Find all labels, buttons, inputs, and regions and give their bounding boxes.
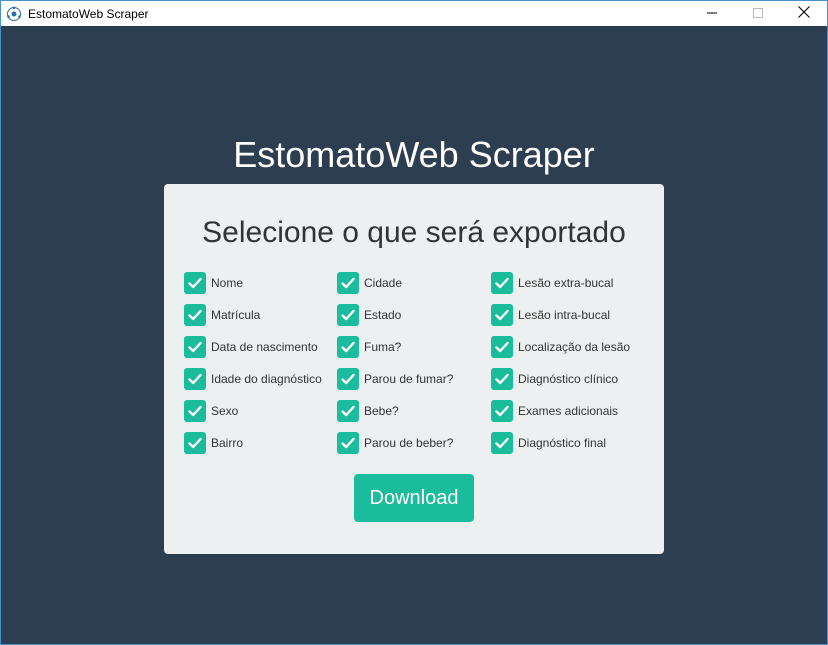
checkmark-icon[interactable] [337, 272, 359, 294]
option-label: Parou de beber? [364, 436, 454, 450]
option-label: Nome [211, 276, 244, 290]
checkmark-icon[interactable] [184, 368, 206, 390]
option-label: Lesão intra-bucal [518, 308, 611, 322]
app-content: EstomatoWeb Scraper Selecione o que será… [1, 27, 827, 644]
option-fuma[interactable]: Fuma? [337, 336, 401, 358]
option-nome[interactable]: Nome [184, 272, 243, 294]
option-matricula[interactable]: Matrícula [184, 304, 260, 326]
option-cidade[interactable]: Cidade [337, 272, 402, 294]
checkmark-icon[interactable] [337, 336, 359, 358]
option-label: Bebe? [364, 404, 399, 418]
checkmark-icon[interactable] [491, 336, 513, 358]
option-label: Lesão extra-bucal [518, 276, 614, 290]
option-diagnostico-clinico[interactable]: Diagnóstico clínico [491, 368, 618, 390]
checkmark-icon[interactable] [491, 368, 513, 390]
checkmark-icon[interactable] [184, 400, 206, 422]
option-exames-adicionais[interactable]: Exames adicionais [491, 400, 618, 422]
option-label: Localização da lesão [518, 340, 631, 354]
checkmark-icon[interactable] [491, 304, 513, 326]
checkmark-icon[interactable] [337, 304, 359, 326]
option-label: Estado [364, 308, 402, 322]
minimize-icon [707, 5, 717, 23]
app-window: EstomatoWeb Scraper EstomatoWeb Scraper [0, 0, 828, 645]
app-icon [6, 6, 22, 22]
option-label: Diagnóstico clínico [518, 372, 619, 386]
option-bebe[interactable]: Bebe? [337, 400, 399, 422]
checkmark-icon[interactable] [184, 336, 206, 358]
option-data-nascimento[interactable]: Data de nascimento [184, 336, 318, 358]
window-controls [689, 1, 827, 26]
checkmark-icon[interactable] [491, 272, 513, 294]
maximize-button[interactable] [735, 1, 781, 26]
checkmark-icon[interactable] [184, 272, 206, 294]
option-label: Fuma? [364, 340, 402, 354]
close-icon [798, 5, 810, 23]
option-label: Cidade [364, 276, 403, 290]
option-bairro[interactable]: Bairro [184, 432, 243, 454]
option-parou-beber[interactable]: Parou de beber? [337, 432, 453, 454]
option-label: Matrícula [211, 308, 261, 322]
option-estado[interactable]: Estado [337, 304, 401, 326]
option-label: Sexo [211, 404, 239, 418]
page-title: EstomatoWeb Scraper [233, 134, 595, 175]
option-sexo[interactable]: Sexo [184, 400, 238, 422]
maximize-icon [753, 5, 763, 23]
checkmark-icon[interactable] [184, 304, 206, 326]
checkmark-icon[interactable] [337, 400, 359, 422]
option-label: Exames adicionais [518, 404, 619, 418]
option-label: Diagnóstico final [518, 436, 607, 450]
card-title: Selecione o que será exportado [202, 216, 626, 249]
option-lesao-intra-bucal[interactable]: Lesão intra-bucal [491, 304, 610, 326]
checkmark-icon[interactable] [184, 432, 206, 454]
checkmark-icon[interactable] [337, 368, 359, 390]
checkmark-icon[interactable] [491, 400, 513, 422]
option-diagnostico-final[interactable]: Diagnóstico final [491, 432, 606, 454]
title-bar[interactable]: EstomatoWeb Scraper [1, 1, 827, 26]
option-label: Parou de fumar? [364, 372, 454, 386]
option-label: Data de nascimento [211, 340, 318, 354]
close-button[interactable] [781, 1, 827, 26]
option-label: Idade do diagnóstico [211, 372, 322, 386]
option-label: Bairro [211, 436, 244, 450]
download-button[interactable]: Download [354, 474, 474, 522]
checkmark-icon[interactable] [337, 432, 359, 454]
window-title: EstomatoWeb Scraper [28, 6, 149, 21]
checkmark-icon[interactable] [491, 432, 513, 454]
option-idade-diagnostico[interactable]: Idade do diagnóstico [184, 368, 322, 390]
export-options: Nome Matrícula Data de nascimento Idade … [184, 272, 654, 464]
export-card: Selecione o que será exportado Nome Matr… [164, 184, 664, 554]
minimize-button[interactable] [689, 1, 735, 26]
option-localizacao-lesao[interactable]: Localização da lesão [491, 336, 630, 358]
option-parou-fumar[interactable]: Parou de fumar? [337, 368, 453, 390]
option-lesao-extra-bucal[interactable]: Lesão extra-bucal [491, 272, 613, 294]
